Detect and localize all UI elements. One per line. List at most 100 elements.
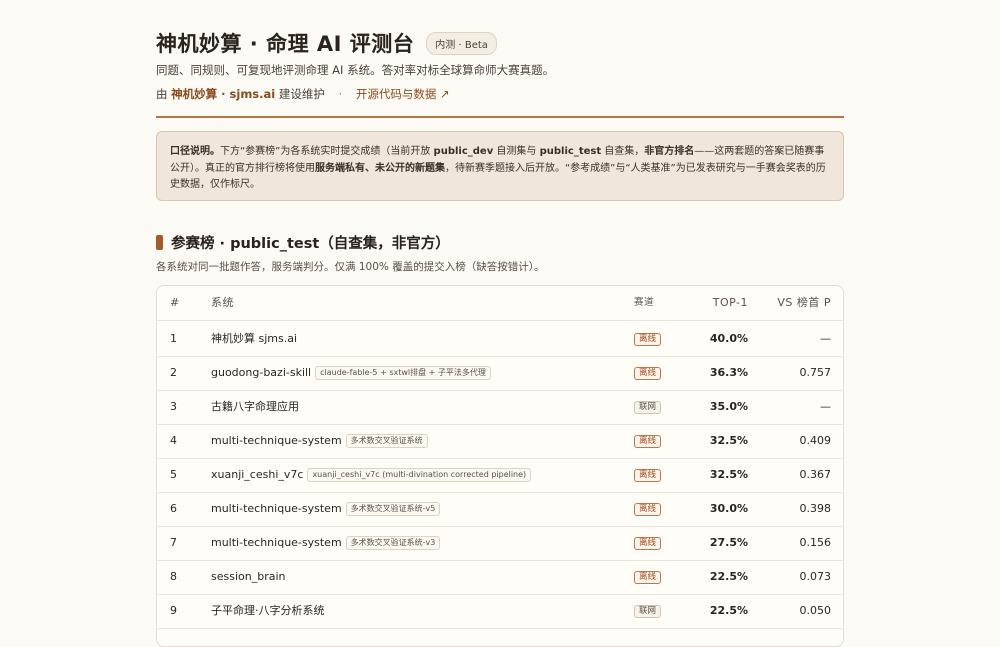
table-row[interactable]: 7 multi-technique-system 多术数交叉验证系统-v3 离线 27.… (157, 526, 843, 561)
row-vs: 0.073 (799, 570, 832, 583)
row-system: 神机妙算 sjms.ai (211, 322, 297, 356)
row-vs: 0.757 (799, 366, 832, 379)
system-name[interactable]: multi-technique-system (211, 492, 342, 526)
system-name[interactable]: guodong-bazi-skill (211, 356, 311, 390)
track-badge: 离线 (634, 435, 662, 448)
row-track: 离线 (634, 492, 662, 526)
track-badge: 离线 (634, 537, 662, 550)
table-row[interactable]: 3 古籍八字命理应用 联网 35.0% — (157, 390, 843, 425)
system-name[interactable]: session_brain (211, 560, 286, 594)
system-tag: 多术数交叉验证系统 (345, 434, 428, 448)
table-row[interactable]: 9 子平命理·八字分析系统 联网 22.5% 0.050 (157, 594, 843, 629)
page-title: 神机妙算 · 命理 AI 评测台 (156, 32, 415, 56)
separator-dot: · (338, 87, 343, 101)
table-row[interactable]: 1 神机妙算 sjms.ai 离线 40.0% — (157, 322, 843, 357)
section-title: 参赛榜 · public_test（自查集，非官方） (171, 236, 450, 252)
system-name[interactable]: xuanji_ceshi_v7c (211, 458, 303, 492)
row-system: xuanji_ceshi_v7c xuanji_ceshi_v7c (multi-… (211, 458, 532, 492)
row-rank: 6 (170, 502, 177, 515)
row-system: 子平命理·八字分析系统 (211, 594, 325, 628)
maintainer-link[interactable]: 神机妙算 · sjms.ai (171, 87, 275, 101)
track-badge: 离线 (634, 469, 662, 482)
row-top1: 22.5% (709, 570, 748, 583)
header-divider (156, 116, 844, 118)
row-rank: 3 (170, 400, 177, 413)
track-badge: 离线 (634, 503, 662, 516)
system-tag: 多术数交叉验证系统-v3 (345, 536, 441, 550)
track-badge: 联网 (634, 605, 662, 618)
track-badge: 离线 (634, 333, 662, 346)
row-track: 离线 (634, 526, 662, 560)
row-rank: 4 (170, 434, 177, 447)
row-vs: 0.409 (799, 434, 832, 447)
row-track: 离线 (634, 322, 662, 356)
row-rank: 2 (170, 366, 177, 379)
notice-private-set: 服务端私有、未公开的新题集 (315, 162, 445, 174)
open-source-link[interactable]: 开源代码与数据 ↗ (356, 87, 450, 101)
header-track: 赛道 (634, 297, 655, 308)
row-system: multi-technique-system 多术数交叉验证系统-v5 (211, 492, 441, 526)
row-top1: 32.5% (709, 434, 748, 447)
table-row[interactable]: 2 guodong-bazi-skill claude-fable-5 + sxtw… (157, 356, 843, 391)
header-top1: TOP-1 (712, 296, 748, 309)
title-row: 神机妙算 · 命理 AI 评测台 内测 · Beta (156, 28, 497, 58)
notice-label: 口径说明。 (170, 146, 220, 157)
table-header-row: # 系统 赛道 TOP-1 VS 榜首 P (157, 286, 843, 321)
header-rank: # (170, 296, 180, 309)
row-track: 离线 (634, 458, 662, 492)
system-tag: 多术数交叉验证系统-v5 (345, 502, 441, 516)
row-vs: 0.398 (799, 502, 832, 515)
section-heading: 参赛榜 · public_test（自查集，非官方） (156, 232, 450, 253)
row-system: multi-technique-system 多术数交叉验证系统 (211, 424, 428, 458)
page-subtitle: 同题、同规则、可复现地评测命理 AI 系统。答对率对标全球算命师大赛真题。 (156, 63, 555, 77)
row-rank: 7 (170, 536, 177, 549)
row-top1: 22.5% (709, 604, 748, 617)
system-name[interactable]: 子平命理·八字分析系统 (211, 594, 325, 628)
row-top1: 36.3% (709, 366, 748, 379)
leaderboard-table: # 系统 赛道 TOP-1 VS 榜首 P 1 神机妙算 sjms.ai 离线 40.… (156, 285, 844, 647)
row-system: guodong-bazi-skill claude-fable-5 + sxtwl… (211, 356, 491, 390)
row-track: 离线 (634, 356, 662, 390)
notice-test-set: public_test (539, 146, 602, 157)
maintainer-line: 由 神机妙算 · sjms.ai 建设维护 · 开源代码与数据 ↗ (156, 86, 450, 102)
system-tag: xuanji_ceshi_v7c (multi-divination corre… (307, 468, 532, 482)
notice-text-1: 下方“参赛榜”为各系统实时提交成绩（当前开放 (220, 146, 434, 157)
system-name[interactable]: multi-technique-system (211, 424, 342, 458)
header-system: 系统 (211, 296, 234, 309)
row-track: 联网 (634, 594, 662, 628)
row-rank: 9 (170, 604, 177, 617)
system-name[interactable]: 神机妙算 sjms.ai (211, 322, 297, 356)
notice-dev-set: public_dev (433, 146, 494, 157)
row-top1: 40.0% (709, 332, 748, 345)
row-vs: — (820, 400, 831, 413)
track-badge: 离线 (634, 367, 662, 380)
notice-unofficial: 非官方排名 (644, 146, 695, 157)
system-name[interactable]: multi-technique-system (211, 526, 342, 560)
row-top1: 35.0% (709, 400, 748, 413)
row-top1: 30.0% (709, 502, 748, 515)
table-row[interactable]: 5 xuanji_ceshi_v7c xuanji_ceshi_v7c (multi… (157, 458, 843, 493)
notice-text-3: 自查集， (601, 146, 645, 157)
row-vs: 0.050 (799, 604, 832, 617)
row-rank: 5 (170, 468, 177, 481)
table-row[interactable]: 6 multi-technique-system 多术数交叉验证系统-v5 离线 30.… (157, 492, 843, 527)
maintainer-prefix: 由 (156, 87, 168, 101)
row-vs: — (820, 332, 831, 345)
table-row[interactable]: 4 multi-technique-system 多术数交叉验证系统 离线 32.5% 0… (157, 424, 843, 459)
system-name[interactable]: 古籍八字命理应用 (211, 390, 299, 424)
notice-text-2: 自测集与 (493, 146, 540, 157)
row-track: 联网 (634, 390, 662, 424)
row-system: multi-technique-system 多术数交叉验证系统-v3 (211, 526, 441, 560)
table-row[interactable]: 8 session_brain 离线 22.5% 0.073 (157, 560, 843, 595)
maintainer-suffix: 建设维护 (278, 87, 325, 101)
notice-box: 口径说明。下方“参赛榜”为各系统实时提交成绩（当前开放 public_dev 自… (156, 131, 844, 201)
section-description: 各系统对同一批题作答，服务端判分。仅满 100% 覆盖的提交入榜（缺答按错计）。 (156, 261, 545, 273)
beta-badge: 内测 · Beta (426, 31, 497, 55)
row-system: 古籍八字命理应用 (211, 390, 299, 424)
section-marker (156, 235, 163, 250)
track-badge: 离线 (634, 571, 662, 584)
row-track: 离线 (634, 424, 662, 458)
row-rank: 8 (170, 570, 177, 583)
row-track: 离线 (634, 560, 662, 594)
row-vs: 0.367 (799, 468, 832, 481)
